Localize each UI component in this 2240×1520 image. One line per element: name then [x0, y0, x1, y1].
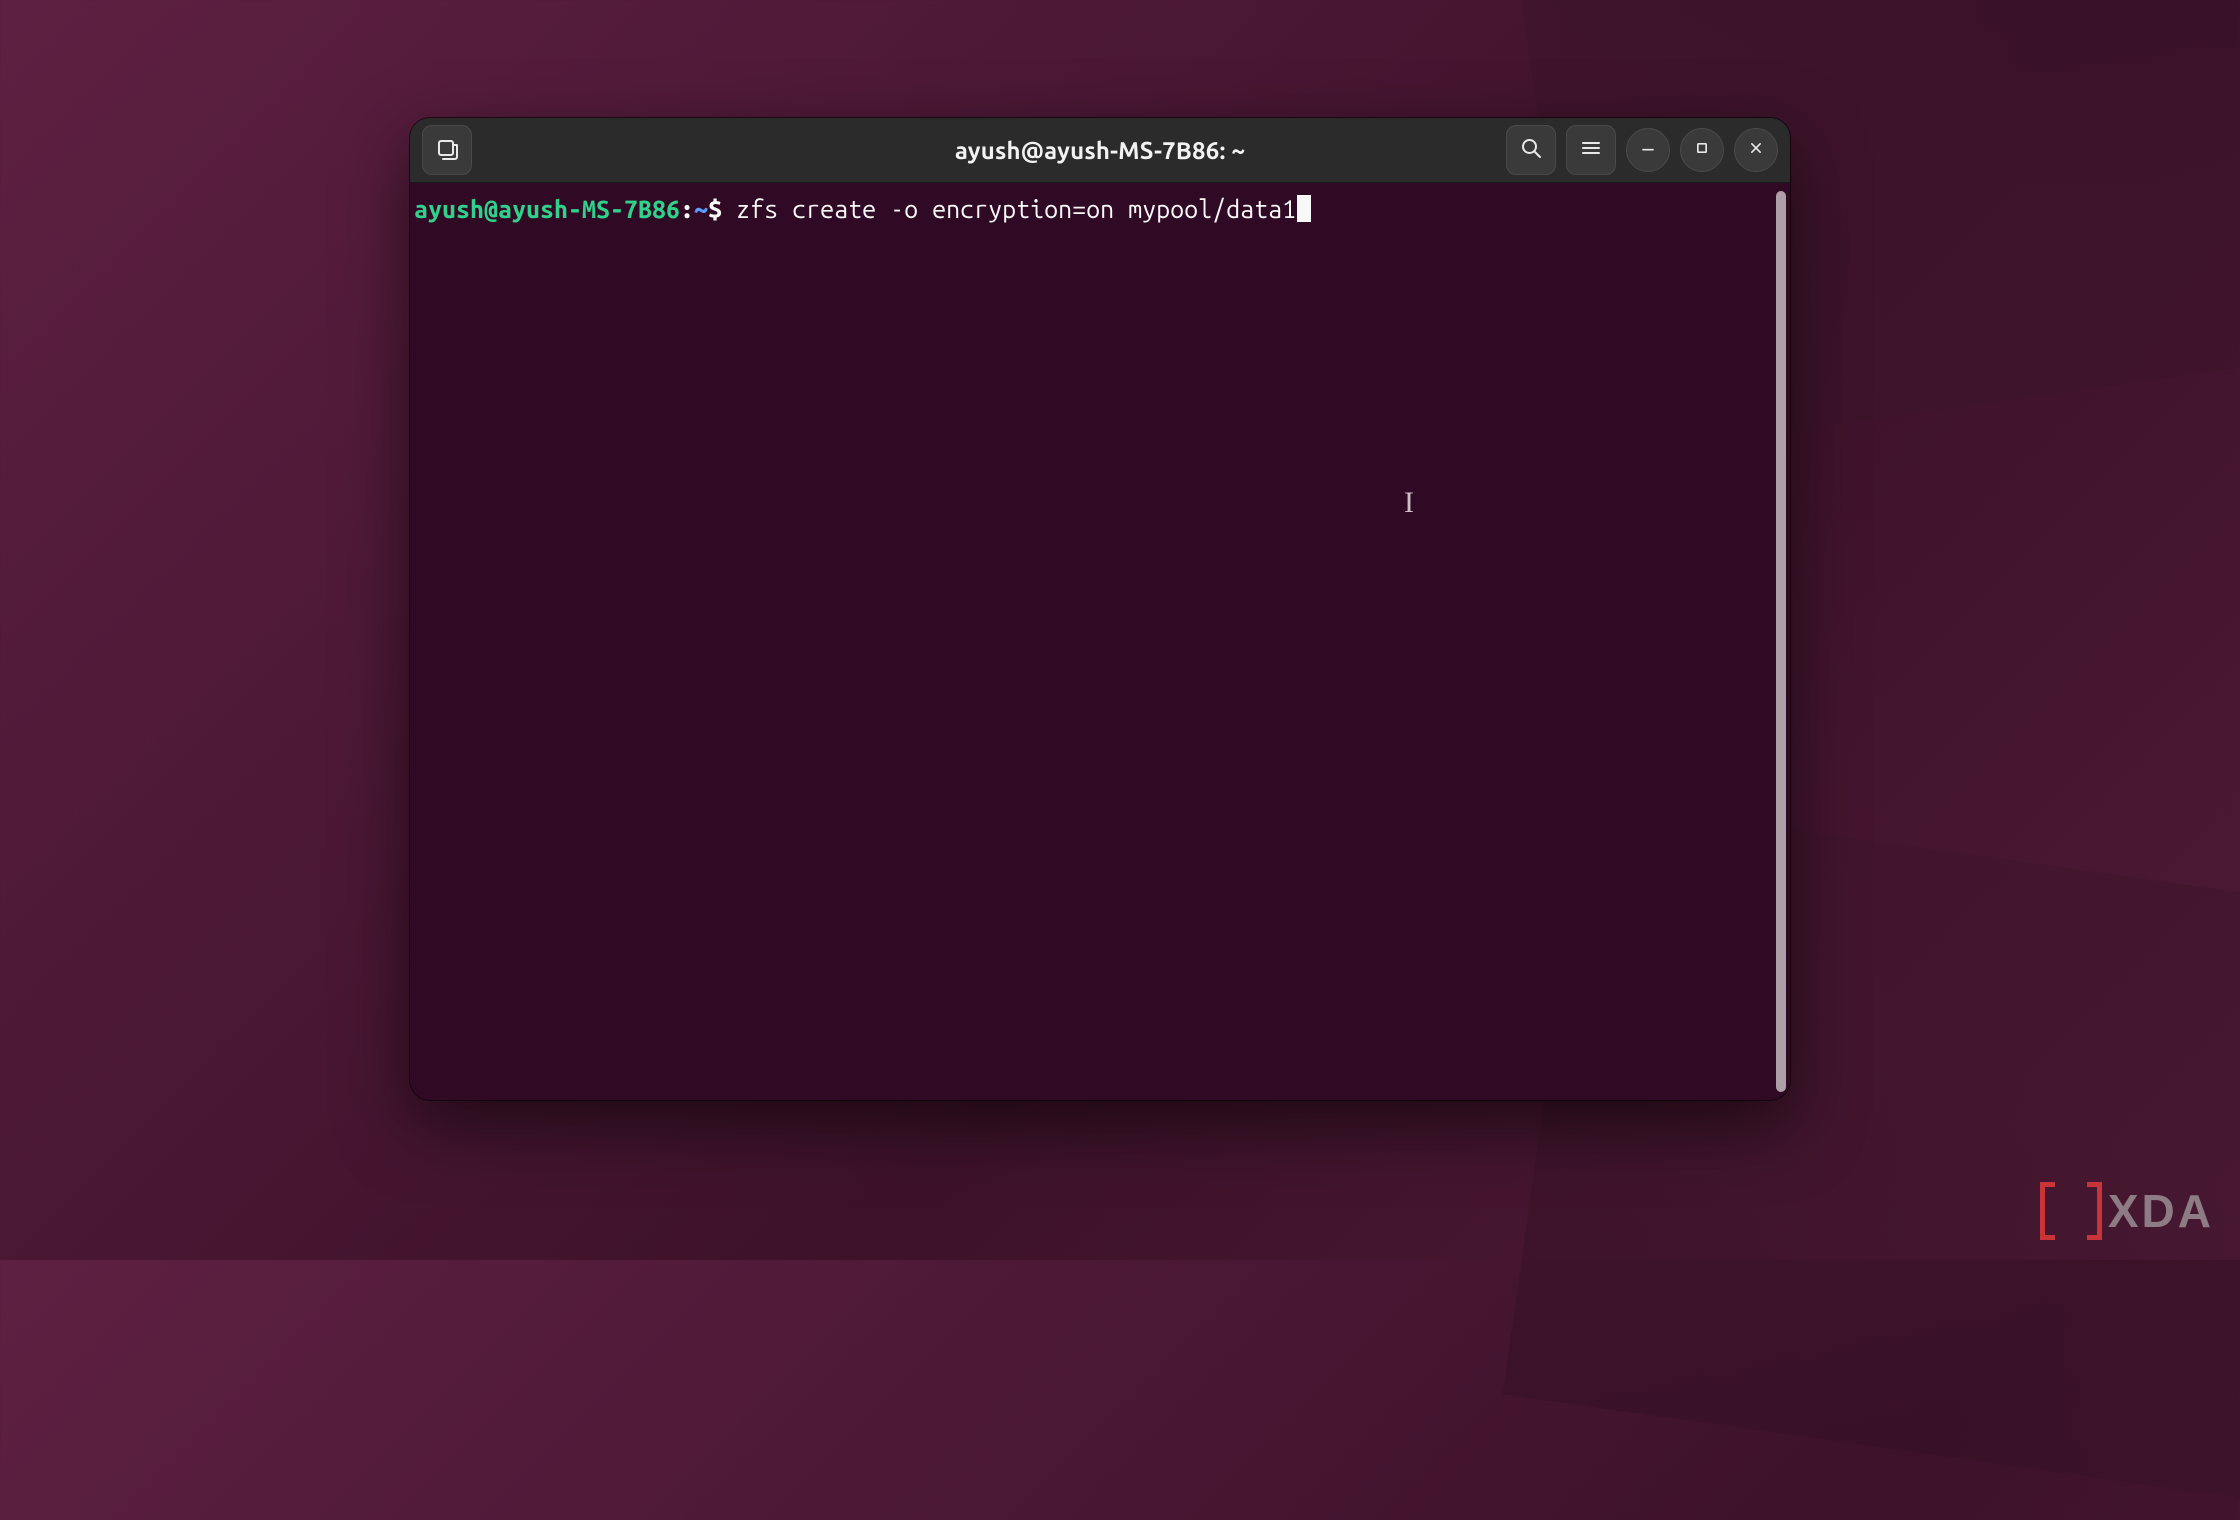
prompt-dollar: $: [708, 195, 722, 223]
window-title: ayush@ayush-MS-7B86: ~: [955, 137, 1245, 164]
new-tab-icon: [435, 136, 459, 164]
text-cursor: [1297, 195, 1311, 222]
prompt-path: ~: [694, 195, 708, 223]
prompt: ayush@ayush-MS-7B86:~$: [414, 195, 722, 223]
hamburger-icon: [1579, 136, 1603, 164]
close-button[interactable]: [1734, 128, 1778, 172]
bracket-right-icon: [2074, 1182, 2102, 1240]
close-icon: [1746, 138, 1766, 162]
menu-button[interactable]: [1566, 125, 1616, 175]
scrollbar[interactable]: [1776, 191, 1786, 1092]
search-button[interactable]: [1506, 125, 1556, 175]
maximize-icon: [1692, 138, 1712, 162]
terminal-window: ayush@ayush-MS-7B86: ~: [410, 118, 1790, 1100]
bracket-left-icon: [2040, 1182, 2068, 1240]
minimize-button[interactable]: [1626, 128, 1670, 172]
prompt-user-host: ayush@ayush-MS-7B86: [414, 195, 680, 223]
prompt-colon: :: [680, 195, 694, 223]
command-text: zfs create -o encryption=on mypool/data1: [722, 195, 1296, 223]
new-tab-button[interactable]: [422, 125, 472, 175]
search-icon: [1519, 136, 1543, 164]
maximize-button[interactable]: [1680, 128, 1724, 172]
xda-watermark: XDA: [2040, 1182, 2214, 1240]
minimize-icon: [1638, 138, 1658, 162]
terminal-body[interactable]: ayush@ayush-MS-7B86:~$ zfs create -o enc…: [410, 183, 1790, 1100]
titlebar[interactable]: ayush@ayush-MS-7B86: ~: [410, 118, 1790, 183]
mouse-ibeam-cursor: I: [1404, 483, 1414, 524]
watermark-text: XDA: [2108, 1184, 2214, 1238]
